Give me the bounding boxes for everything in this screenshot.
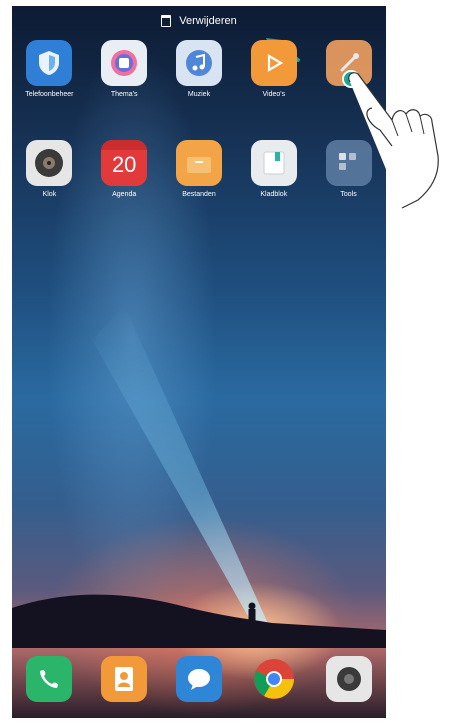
trash-icon: [161, 15, 172, 27]
calendar-icon: 20: [101, 140, 148, 186]
dock: [12, 656, 386, 702]
app-files[interactable]: Bestanden: [166, 140, 232, 198]
app-label: Thema's: [110, 91, 138, 98]
home-screen: Verwijderen Telefoonbeheer Thema's Muzie…: [12, 6, 386, 718]
contacts-icon[interactable]: [101, 656, 148, 702]
app-notepad[interactable]: Kladblok: [241, 140, 307, 198]
wallpaper-hill: [12, 594, 386, 648]
app-label: Agenda: [112, 191, 137, 198]
app-label: Telefoonbeheer: [25, 91, 74, 98]
app-calendar[interactable]: 20 Agenda: [91, 140, 157, 198]
messages-icon[interactable]: [175, 656, 222, 702]
notepad-icon: [250, 140, 297, 186]
remove-drop-zone[interactable]: Verwijderen: [12, 6, 386, 36]
folder-icon: [175, 140, 222, 186]
app-videos[interactable]: Video's: [241, 40, 307, 98]
hand-gesture-icon: [348, 72, 439, 209]
camera-icon[interactable]: [325, 656, 372, 702]
app-label: Bestanden: [182, 191, 216, 198]
themes-icon: [101, 40, 148, 86]
app-music[interactable]: Muziek: [166, 40, 232, 98]
browser-icon[interactable]: [251, 656, 297, 702]
app-label: Klok: [42, 191, 57, 198]
app-themes[interactable]: Thema's: [91, 40, 157, 98]
app-label: Video's: [262, 91, 286, 98]
app-label: Muziek: [187, 91, 211, 98]
calendar-day: 20: [111, 152, 137, 177]
video-icon: [250, 40, 297, 86]
shield-icon: [26, 40, 73, 86]
app-clock[interactable]: Klok: [16, 140, 82, 198]
app-row-2: Klok 20 Agenda Bestanden Kladblok Tools: [12, 140, 386, 198]
clock-icon: [26, 140, 73, 186]
app-telefoonbeheer[interactable]: Telefoonbeheer: [16, 40, 82, 98]
music-icon: [175, 40, 222, 86]
app-label: Kladblok: [260, 191, 288, 198]
phone-icon[interactable]: [26, 656, 73, 702]
app-row-1: Telefoonbeheer Thema's Muziek Video's: [12, 40, 386, 98]
remove-label: Verwijderen: [179, 15, 237, 27]
